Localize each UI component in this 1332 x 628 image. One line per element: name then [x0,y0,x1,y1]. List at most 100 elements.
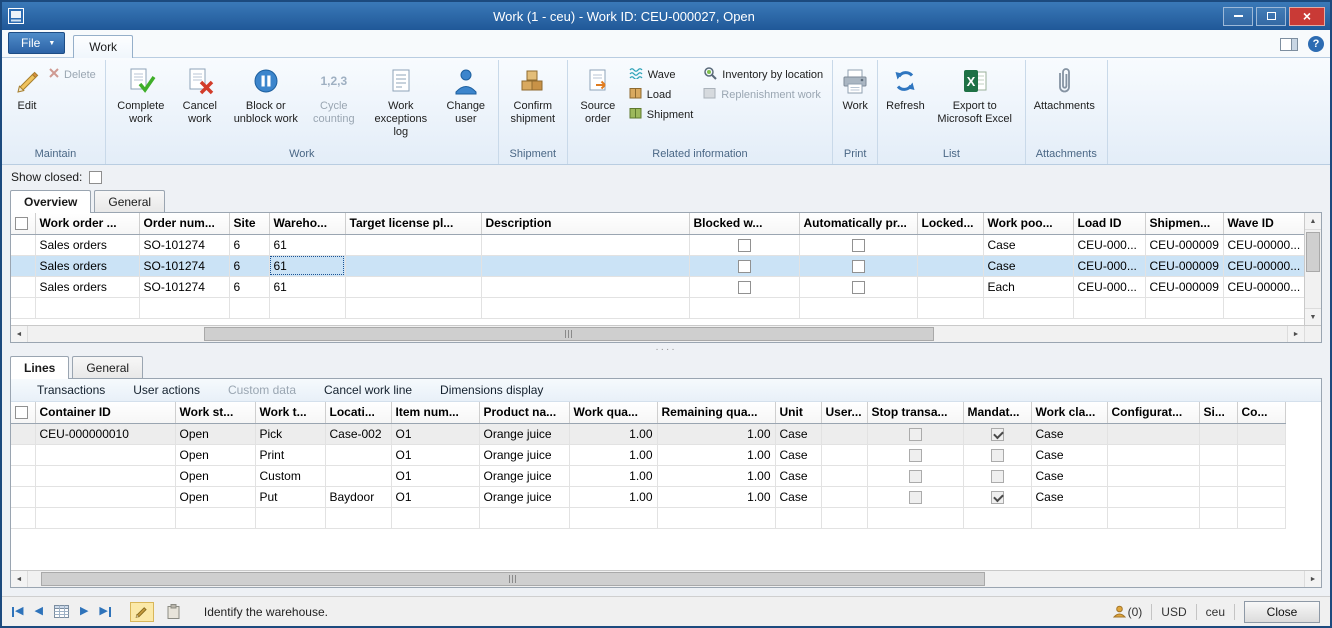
last-record-button[interactable]: ▶ [99,606,110,617]
lines-action-transactions[interactable]: Transactions [37,383,105,397]
column-header[interactable]: Co... [1237,402,1285,423]
grid-cell[interactable]: Case [1031,444,1107,465]
grid-cell[interactable] [867,486,963,507]
table-row[interactable]: OpenPrintO1Orange juice1.001.00CaseCase [11,444,1285,465]
confirm-shipment-button[interactable]: Confirm shipment [503,60,563,126]
column-header[interactable]: Shipmen... [1145,213,1223,234]
grid-cell[interactable]: CEU-000... [1073,234,1145,255]
grid-cell[interactable]: Orange juice [479,486,569,507]
scroll-up-icon[interactable]: ▲ [1305,213,1321,230]
table-row[interactable]: Sales ordersSO-101274661CaseCEU-000...CE… [11,255,1304,276]
grid-cell[interactable]: CEU-00000... [1223,255,1304,276]
row-checkbox[interactable] [909,470,922,483]
grid-cell[interactable]: 1.00 [657,465,775,486]
grid-cell[interactable]: Open [175,486,255,507]
scroll-right-icon[interactable]: ► [1287,326,1304,342]
maximize-button[interactable] [1256,7,1286,26]
section-splitter-handle[interactable]: ···· [2,343,1330,355]
column-header[interactable] [11,402,35,423]
column-header[interactable]: Wareho... [269,213,345,234]
column-header[interactable]: Product na... [479,402,569,423]
row-checkbox[interactable] [991,428,1004,441]
grid-cell[interactable]: Put [255,486,325,507]
column-header[interactable]: Load ID [1073,213,1145,234]
layout-panes-icon[interactable] [1280,38,1298,51]
grid-cell[interactable]: CEU-000009 [1145,276,1223,297]
grid-cell[interactable] [917,234,983,255]
column-header[interactable]: Item num... [391,402,479,423]
column-header[interactable]: Site [229,213,269,234]
grid-cell[interactable] [867,465,963,486]
grid-cell[interactable]: Open [175,423,255,444]
grid-cell[interactable] [1107,444,1199,465]
row-checkbox[interactable] [991,470,1004,483]
column-header[interactable]: Description [481,213,689,234]
grid-cell[interactable] [345,234,481,255]
grid-cell[interactable] [689,234,799,255]
grid-cell[interactable]: CEU-000000010 [35,423,175,444]
show-closed-checkbox[interactable] [89,171,102,184]
column-header[interactable] [11,213,35,234]
row-checkbox[interactable] [738,260,751,273]
column-header[interactable]: Wave ID [1223,213,1304,234]
grid-cell[interactable] [1199,444,1237,465]
grid-cell[interactable] [799,255,917,276]
close-form-button[interactable]: Close [1244,601,1320,623]
grid-cell[interactable]: Case-002 [325,423,391,444]
scroll-left-icon[interactable]: ◄ [11,326,28,342]
grid-cell[interactable] [1107,465,1199,486]
grid-cell[interactable]: Each [983,276,1073,297]
grid-cell[interactable] [1237,465,1285,486]
grid-cell[interactable]: 1.00 [657,444,775,465]
grid-cell[interactable] [35,465,175,486]
source-order-button[interactable]: Source order [572,60,624,126]
grid-cell[interactable]: CEU-000009 [1145,234,1223,255]
grid-cell[interactable]: 1.00 [569,444,657,465]
grid-cell[interactable]: Case [1031,486,1107,507]
grid-cell[interactable] [1237,486,1285,507]
grid-cell[interactable]: Case [775,486,821,507]
tab-overview[interactable]: Overview [10,190,91,213]
column-header[interactable]: Work qua... [569,402,657,423]
row-checkbox[interactable] [909,428,922,441]
currency-indicator[interactable]: USD [1161,605,1186,619]
lines-action-user-actions[interactable]: User actions [133,383,200,397]
lines-action-cancel-work-line[interactable]: Cancel work line [324,383,412,397]
row-checkbox[interactable] [909,491,922,504]
grid-cell[interactable] [11,465,35,486]
grid-cell[interactable] [11,276,35,297]
grid-cell[interactable] [689,276,799,297]
grid-cell[interactable]: Case [983,234,1073,255]
grid-cell[interactable]: O1 [391,465,479,486]
grid-cell[interactable] [867,444,963,465]
column-header[interactable]: Mandat... [963,402,1031,423]
grid-cell[interactable] [821,465,867,486]
notifications-indicator[interactable]: (0) [1113,605,1143,619]
select-all-checkbox[interactable] [15,406,28,419]
grid-cell[interactable] [963,465,1031,486]
row-checkbox[interactable] [738,281,751,294]
grid-cell[interactable]: SO-101274 [139,255,229,276]
column-header[interactable]: Stop transa... [867,402,963,423]
grid-view-button[interactable] [54,605,69,618]
horizontal-scroll-thumb[interactable] [41,572,985,586]
grid-cell[interactable] [799,276,917,297]
tab-work-ribbon[interactable]: Work [73,35,133,58]
grid-cell[interactable] [481,255,689,276]
grid-cell[interactable] [917,276,983,297]
grid-cell[interactable]: Sales orders [35,276,139,297]
overview-vertical-scrollbar[interactable]: ▲ ▼ [1304,213,1321,325]
grid-cell[interactable]: SO-101274 [139,276,229,297]
table-row[interactable]: OpenCustomO1Orange juice1.001.00CaseCase [11,465,1285,486]
grid-cell[interactable] [1107,423,1199,444]
grid-cell[interactable]: O1 [391,423,479,444]
grid-cell[interactable] [1199,486,1237,507]
first-record-button[interactable]: ◀ [12,606,23,617]
grid-cell[interactable] [481,234,689,255]
grid-cell[interactable] [963,444,1031,465]
column-header[interactable]: Remaining qua... [657,402,775,423]
horizontal-scroll-thumb[interactable] [204,327,934,341]
grid-cell[interactable]: Sales orders [35,255,139,276]
grid-cell[interactable]: 1.00 [569,465,657,486]
attachments-button[interactable]: Attachments [1030,60,1099,113]
